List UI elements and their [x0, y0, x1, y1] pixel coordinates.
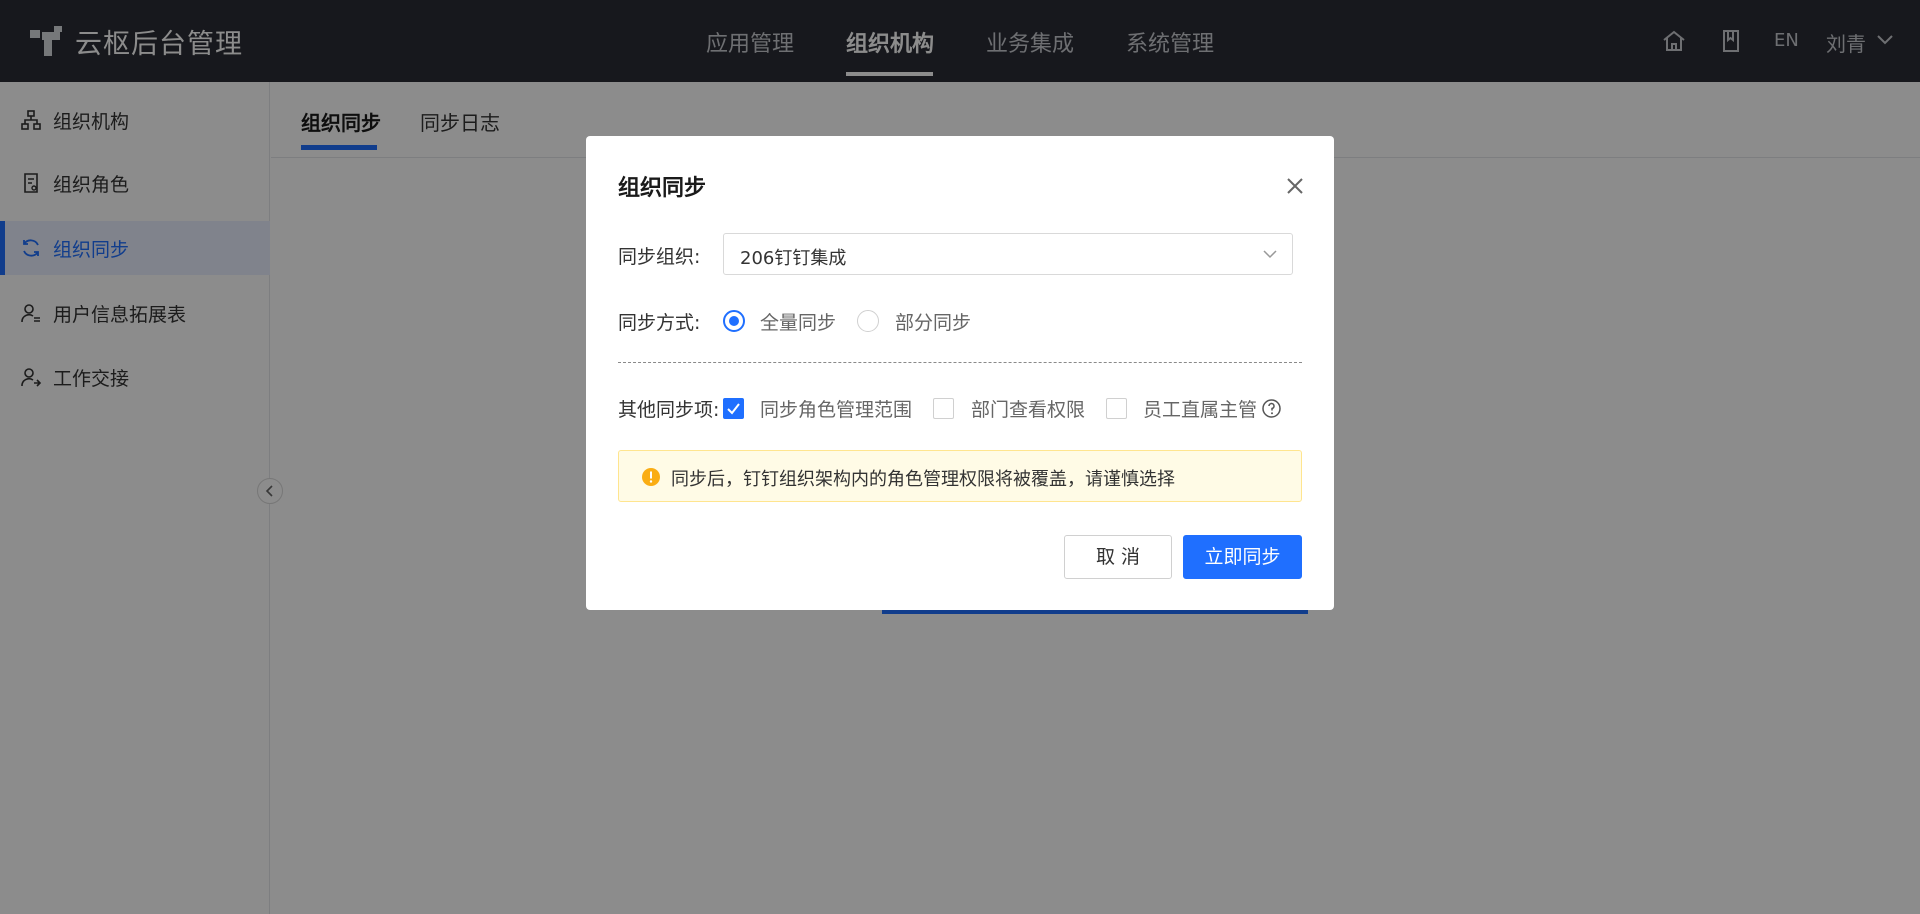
- org-select[interactable]: 206钉钉集成: [723, 233, 1293, 275]
- chevron-down-icon: [1263, 250, 1277, 259]
- radio-partial-sync[interactable]: [857, 310, 879, 332]
- warning-alert: 同步后，钉钉组织架构内的角色管理权限将被覆盖，请谨慎选择: [618, 450, 1302, 502]
- cancel-button[interactable]: 取 消: [1064, 535, 1172, 579]
- section-divider: [618, 362, 1302, 363]
- checkbox-direct-supervisor[interactable]: [1106, 398, 1127, 419]
- checkbox-sync-role-scope-label[interactable]: 同步角色管理范围: [760, 395, 912, 422]
- mode-label: 同步方式:: [618, 312, 701, 334]
- radio-full-sync-label[interactable]: 全量同步: [760, 308, 836, 335]
- other-options-label: 其他同步项:: [618, 399, 720, 421]
- org-label: 同步组织:: [618, 246, 701, 268]
- sync-now-button[interactable]: 立即同步: [1183, 535, 1302, 579]
- checkbox-direct-supervisor-label[interactable]: 员工直属主管: [1143, 395, 1257, 422]
- question-circle-icon[interactable]: [1261, 398, 1282, 419]
- warning-icon: [642, 468, 660, 486]
- dialog-title: 组织同步: [618, 176, 707, 201]
- warning-text: 同步后，钉钉组织架构内的角色管理权限将被覆盖，请谨慎选择: [671, 469, 1175, 490]
- checkbox-dept-view-permission-label[interactable]: 部门查看权限: [971, 395, 1085, 422]
- checkbox-dept-view-permission[interactable]: [933, 398, 954, 419]
- org-sync-dialog: 组织同步 同步组织: 206钉钉集成 同步方式: 全量同步 部分同步 其他同步项…: [586, 136, 1334, 610]
- radio-partial-sync-label[interactable]: 部分同步: [895, 308, 971, 335]
- check-icon: [727, 403, 740, 415]
- radio-full-sync[interactable]: [723, 310, 745, 332]
- close-icon[interactable]: [1283, 174, 1307, 198]
- org-select-value: 206钉钉集成: [740, 248, 847, 269]
- checkbox-sync-role-scope[interactable]: [723, 398, 744, 419]
